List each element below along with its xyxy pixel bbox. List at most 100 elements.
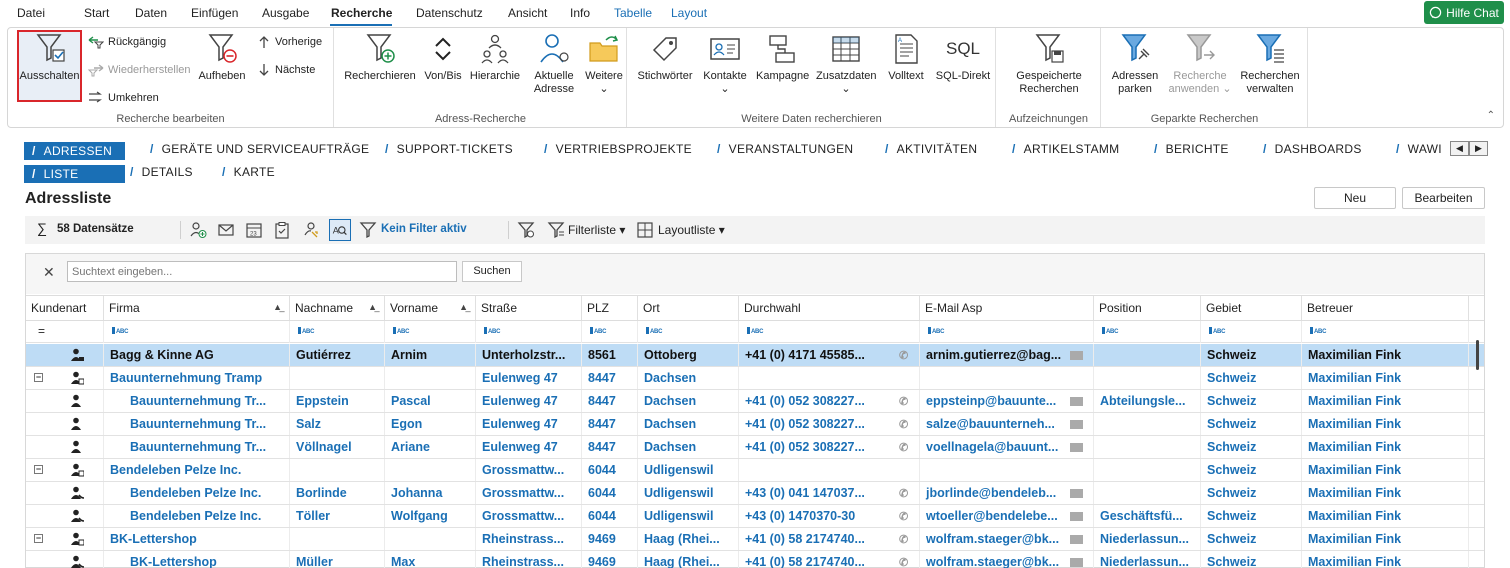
cell-strasse[interactable]: Eulenweg 47 bbox=[476, 367, 582, 389]
cell-betreuer[interactable]: Maximilian Fink bbox=[1302, 436, 1469, 458]
filter-list-small-icon[interactable] bbox=[547, 221, 565, 239]
cell-email[interactable]: wolfram.staeger@bk... bbox=[920, 528, 1094, 550]
cell-plz[interactable]: 8447 bbox=[582, 413, 638, 435]
cell-ort[interactable]: Dachsen bbox=[638, 390, 739, 412]
recherche-anwenden-button[interactable]: Recherche anwenden ⌄ bbox=[1168, 32, 1232, 96]
von-bis-button[interactable]: Von/Bis bbox=[423, 32, 463, 83]
cell-gebiet[interactable]: Schweiz bbox=[1201, 367, 1302, 389]
cell-ort[interactable]: Dachsen bbox=[638, 367, 739, 389]
tab-berichte[interactable]: / BERICHTE bbox=[1154, 142, 1229, 160]
mail-icon[interactable] bbox=[1070, 535, 1083, 544]
cell-kundenart[interactable]: − bbox=[26, 528, 104, 550]
collapse-icon[interactable]: − bbox=[34, 373, 43, 382]
ribbon-collapse-icon[interactable]: ⌃ bbox=[1487, 110, 1495, 121]
mail-icon[interactable] bbox=[1070, 489, 1083, 498]
menu-recherche[interactable]: Recherche bbox=[331, 6, 392, 20]
search-button[interactable]: Suchen bbox=[462, 261, 522, 282]
filter-status[interactable]: Kein Filter aktiv bbox=[381, 223, 467, 235]
clipboard-task-icon[interactable] bbox=[273, 221, 291, 239]
cell-vorname[interactable] bbox=[385, 459, 476, 481]
cell-kundenart[interactable] bbox=[26, 505, 104, 527]
new-button[interactable]: Neu bbox=[1314, 187, 1396, 209]
tab-dashboards[interactable]: / DASHBOARDS bbox=[1263, 142, 1362, 160]
close-icon[interactable]: ✕ bbox=[43, 264, 55, 281]
filter-cell-firma[interactable]: ABC bbox=[104, 321, 290, 343]
edit-button[interactable]: Bearbeiten bbox=[1402, 187, 1485, 209]
cell-firma[interactable]: Bendeleben Pelze Inc. bbox=[104, 459, 290, 481]
cell-nachname[interactable]: Borlinde bbox=[290, 482, 385, 504]
recherchen-verwalten-button[interactable]: Recherchen verwalten bbox=[1238, 32, 1302, 96]
umkehren-button[interactable]: Umkehren bbox=[88, 91, 159, 105]
collapse-icon[interactable]: − bbox=[34, 465, 43, 474]
volltext-button[interactable]: A Volltext bbox=[884, 32, 928, 83]
table-row[interactable]: Bagg & Kinne AG Gutiérrez Arnim Unterholzst… bbox=[26, 344, 1484, 367]
cell-gebiet[interactable]: Schweiz bbox=[1201, 505, 1302, 527]
ausschalten-button[interactable]: Ausschalten bbox=[17, 32, 82, 83]
cell-vorname[interactable]: Arnim bbox=[385, 344, 476, 366]
link-address-icon[interactable] bbox=[301, 221, 319, 239]
cell-kundenart[interactable] bbox=[26, 482, 104, 504]
mail-icon[interactable] bbox=[1070, 558, 1083, 567]
cell-gebiet[interactable]: Schweiz bbox=[1201, 390, 1302, 412]
add-person-icon[interactable] bbox=[189, 221, 207, 239]
recherchieren-button[interactable]: Recherchieren bbox=[343, 32, 417, 83]
wiederherstellen-button[interactable]: Wiederherstellen bbox=[88, 63, 191, 77]
menu-daten[interactable]: Daten bbox=[135, 6, 167, 20]
cell-nachname[interactable]: Müller bbox=[290, 551, 385, 568]
tab-scroll-right-icon[interactable]: ▶ bbox=[1469, 141, 1488, 156]
cell-nachname[interactable] bbox=[290, 367, 385, 389]
cell-vorname[interactable]: Johanna bbox=[385, 482, 476, 504]
cell-firma[interactable]: BK-Lettershop bbox=[104, 551, 290, 568]
menu-tabelle[interactable]: Tabelle bbox=[614, 6, 652, 20]
mail-icon[interactable] bbox=[1070, 397, 1083, 406]
aktuelle-adresse-button[interactable]: Aktuelle Adresse bbox=[527, 32, 581, 96]
cell-nachname[interactable]: Eppstein bbox=[290, 390, 385, 412]
filter-cell-plz[interactable]: ABC bbox=[582, 321, 638, 343]
cell-betreuer[interactable]: Maximilian Fink bbox=[1302, 344, 1469, 366]
phone-icon[interactable]: ✆ bbox=[899, 349, 911, 362]
phone-icon[interactable]: ✆ bbox=[899, 487, 911, 500]
filterliste-dropdown[interactable]: Filterliste ▾ bbox=[568, 223, 625, 237]
cell-plz[interactable]: 6044 bbox=[582, 459, 638, 481]
cell-strasse[interactable]: Eulenweg 47 bbox=[476, 413, 582, 435]
cell-strasse[interactable]: Unterholzstr... bbox=[476, 344, 582, 366]
tab-liste[interactable]: / LISTE bbox=[24, 165, 125, 183]
cell-betreuer[interactable]: Maximilian Fink bbox=[1302, 551, 1469, 568]
cell-gebiet[interactable]: Schweiz bbox=[1201, 436, 1302, 458]
zusatzdaten-button[interactable]: Zusatzdaten ⌄ bbox=[816, 32, 877, 96]
filter-cell-gebiet[interactable]: ABC bbox=[1201, 321, 1302, 343]
cell-plz[interactable]: 9469 bbox=[582, 528, 638, 550]
filter-icon[interactable] bbox=[359, 221, 377, 239]
tab-vertriebsprojekte[interactable]: / VERTRIEBSPROJEKTE bbox=[544, 142, 692, 160]
column-header-durchwahl[interactable]: Durchwahl bbox=[739, 296, 920, 320]
cell-vorname[interactable]: Max bbox=[385, 551, 476, 568]
mail-icon[interactable] bbox=[1070, 420, 1083, 429]
cell-nachname[interactable]: Töller bbox=[290, 505, 385, 527]
cell-firma[interactable]: Bauunternehmung Tr... bbox=[104, 390, 290, 412]
phone-icon[interactable]: ✆ bbox=[899, 441, 911, 454]
cell-position[interactable] bbox=[1094, 459, 1201, 481]
cell-strasse[interactable]: Grossmattw... bbox=[476, 482, 582, 504]
cell-durchwahl[interactable]: +41 (0) 052 308227... ✆ bbox=[739, 413, 920, 435]
table-row[interactable]: − BK-Lettershop Rheinstrass... 9469 Haag (Rh… bbox=[26, 528, 1484, 551]
cell-betreuer[interactable]: Maximilian Fink bbox=[1302, 390, 1469, 412]
cell-kundenart[interactable] bbox=[26, 344, 104, 366]
filter-cell-kundenart[interactable]: = bbox=[26, 321, 104, 343]
cell-nachname[interactable]: Gutiérrez bbox=[290, 344, 385, 366]
column-header-ort[interactable]: Ort bbox=[638, 296, 739, 320]
hierarchie-button[interactable]: Hierarchie bbox=[469, 32, 521, 83]
phone-icon[interactable]: ✆ bbox=[899, 395, 911, 408]
cell-gebiet[interactable]: Schweiz bbox=[1201, 413, 1302, 435]
cell-plz[interactable]: 8447 bbox=[582, 390, 638, 412]
cell-kundenart[interactable] bbox=[26, 436, 104, 458]
table-row[interactable]: Bauunternehmung Tr... Salz Egon Eulenweg 47… bbox=[26, 413, 1484, 436]
cell-ort[interactable]: Haag (Rhei... bbox=[638, 528, 739, 550]
menu-layout[interactable]: Layout bbox=[671, 6, 707, 20]
cell-email[interactable]: jborlinde@bendeleb... bbox=[920, 482, 1094, 504]
cell-vorname[interactable]: Pascal bbox=[385, 390, 476, 412]
cell-ort[interactable]: Udligenswil bbox=[638, 459, 739, 481]
cell-plz[interactable]: 6044 bbox=[582, 505, 638, 527]
menu-datenschutz[interactable]: Datenschutz bbox=[416, 6, 483, 20]
column-header-nachname[interactable]: Nachname ▲̲ bbox=[290, 296, 385, 320]
cell-vorname[interactable]: Egon bbox=[385, 413, 476, 435]
